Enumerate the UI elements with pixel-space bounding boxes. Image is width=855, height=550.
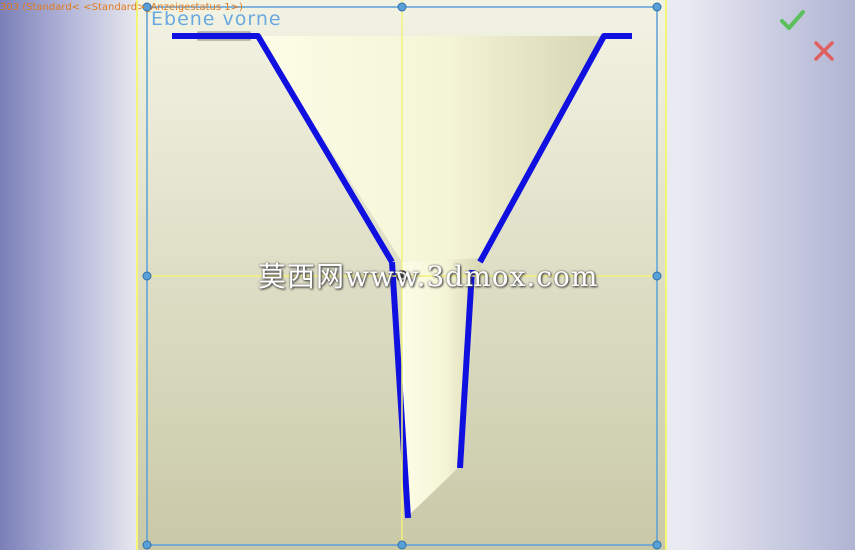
- handle-top-right[interactable]: [652, 2, 662, 12]
- watermark-text: 莫西网www.3dmox.com: [258, 260, 599, 293]
- handle-bottom-left[interactable]: [142, 540, 152, 550]
- checkmark-icon: [780, 10, 805, 30]
- cancel-button[interactable]: [810, 37, 838, 65]
- close-icon: [814, 41, 834, 61]
- plane-name-label: Ebene vorne: [151, 8, 282, 30]
- graphics-viewport[interactable]: 303 (Standard< <Standard>_Anzeigestatus …: [0, 0, 855, 550]
- handle-middle-left[interactable]: [142, 271, 152, 281]
- handle-bottom-center[interactable]: [397, 540, 407, 550]
- confirm-button[interactable]: [778, 6, 806, 34]
- handle-bottom-right[interactable]: [652, 540, 662, 550]
- handle-middle-right[interactable]: [652, 271, 662, 281]
- handle-top-center[interactable]: [397, 2, 407, 12]
